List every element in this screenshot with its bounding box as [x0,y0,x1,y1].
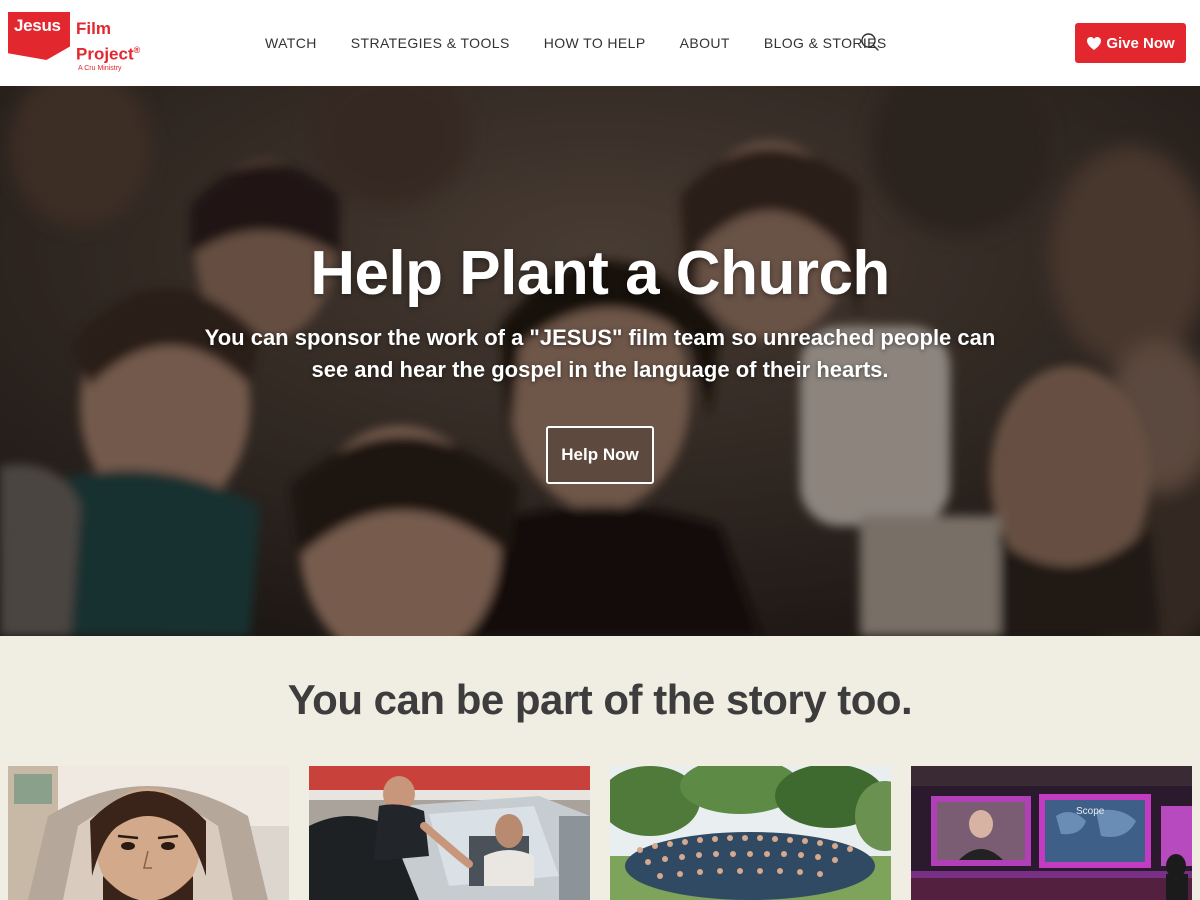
group-photo-image [610,766,891,900]
nav-how-to-help[interactable]: HOW TO HELP [527,35,663,51]
story-heading: You can be part of the story too. [287,676,913,723]
give-now-label: Give Now [1106,34,1175,52]
nav-watch[interactable]: WATCH [248,35,334,51]
stage-screen-text: Scope [1076,806,1105,817]
logo-tagline: A Cru Ministry [78,65,122,72]
story-cards: Scope [8,766,1192,900]
story-card-car-conversation[interactable] [309,766,590,900]
story-card-group-photo[interactable] [610,766,891,900]
logo-red-box: Jesus [8,12,70,60]
story-card-stage-presentation[interactable]: Scope [911,766,1192,900]
site-header: Jesus Film Project® A Cru Ministry WATCH… [0,0,1200,86]
logo-word-film: Film [76,19,111,38]
hero-banner: Help Plant a Church You can sponsor the … [0,86,1200,636]
nav-about[interactable]: ABOUT [663,35,747,51]
animated-jesus-image [8,766,289,900]
logo-registered-mark: ® [133,45,141,55]
hero-subtitle: You can sponsor the work of a "JESUS" fi… [204,325,996,382]
give-now-button[interactable]: Give Now [1075,23,1186,63]
logo-project-text: Project [76,44,134,64]
help-now-button[interactable]: Help Now [546,426,654,484]
logo-box-text: Jesus [14,16,61,35]
story-card-animated-jesus[interactable] [8,766,289,900]
search-icon[interactable] [858,30,882,54]
hero-title: Help Plant a Church [310,239,890,308]
jesus-film-project-logo[interactable]: Jesus Film Project® A Cru Ministry [8,12,158,74]
main-nav: WATCH STRATEGIES & TOOLS HOW TO HELP ABO… [248,0,904,86]
nav-strategies-tools[interactable]: STRATEGIES & TOOLS [334,35,527,51]
heart-icon [1087,36,1102,50]
logo-word-project: Project® [76,40,140,65]
car-conversation-image [309,766,590,900]
stage-presentation-image: Scope [911,766,1192,900]
